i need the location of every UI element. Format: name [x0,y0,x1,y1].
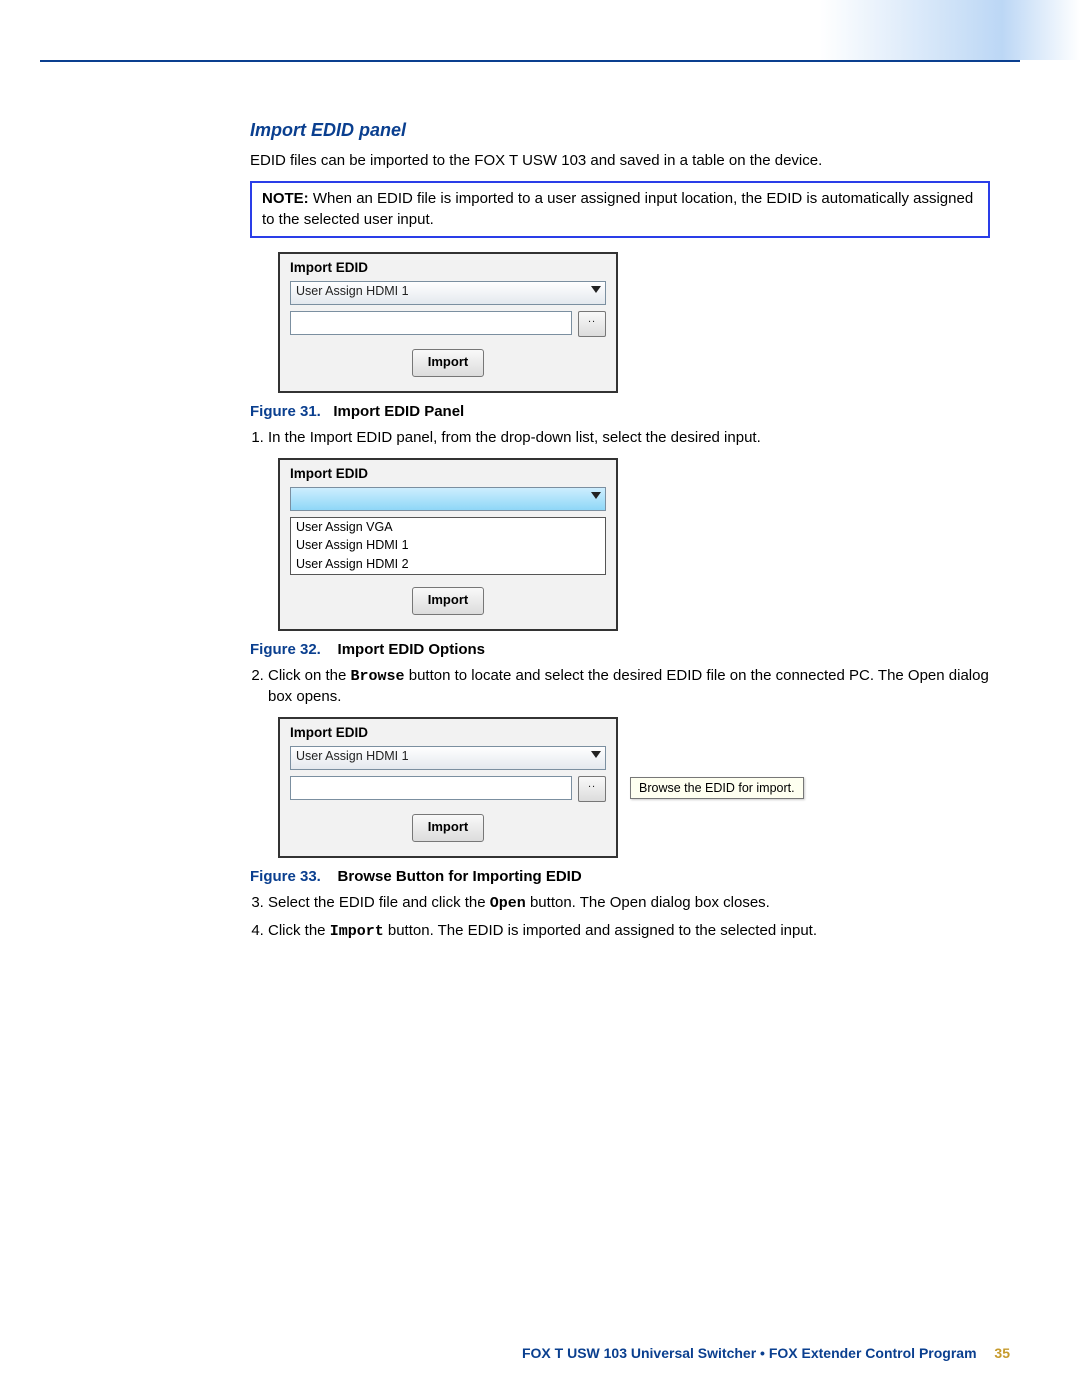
dropdown-selected-value: User Assign HDMI 1 [296,749,409,763]
figure-label: Figure 31. [250,403,321,420]
browse-button[interactable]: .. [578,311,606,337]
page-number: 35 [994,1345,1010,1361]
dropdown-option[interactable]: User Assign VGA [291,518,605,537]
note-text: When an EDID file is imported to a user … [262,190,973,227]
chevron-down-icon [591,286,601,293]
intro-paragraph: EDID files can be imported to the FOX T … [250,151,990,171]
import-button[interactable]: Import [412,814,484,842]
input-select-dropdown[interactable]: User Assign HDMI 1 [290,746,606,770]
input-select-dropdown[interactable]: User Assign HDMI 1 [290,281,606,305]
import-edid-panel-fig31: Import EDID User Assign HDMI 1 .. Import [278,252,618,393]
import-edid-panel-fig33: Import EDID User Assign HDMI 1 .. Import… [278,717,618,858]
figure-31-caption: Figure 31. Import EDID Panel [250,403,990,420]
header-rule [40,60,1020,62]
header-gradient [820,0,1080,60]
dropdown-option[interactable]: User Assign HDMI 1 [291,537,605,556]
edid-path-input[interactable] [290,776,572,800]
dropdown-options-list: User Assign VGA User Assign HDMI 1 User … [290,517,606,575]
step-3: Select the EDID file and click the Open … [268,893,990,914]
figure-33-caption: Figure 33. Browse Button for Importing E… [250,868,990,885]
main-content: Import EDID panel EDID files can be impo… [250,120,990,942]
panel-title: Import EDID [290,466,606,481]
step-1: In the Import EDID panel, from the drop-… [268,428,990,448]
chevron-down-icon [591,751,601,758]
figure-title: Browse Button for Importing EDID [338,868,582,885]
note-box: NOTE: When an EDID file is imported to a… [250,181,990,238]
panel-title: Import EDID [290,260,606,275]
chevron-down-icon [591,492,601,499]
step-2: Click on the Browse button to locate and… [268,666,990,708]
browse-tooltip: Browse the EDID for import. [630,777,804,799]
import-button[interactable]: Import [412,349,484,377]
note-label: NOTE: [262,190,309,207]
figure-label: Figure 32. [250,641,321,658]
figure-title: Import EDID Options [338,641,486,658]
edid-path-input[interactable] [290,311,572,335]
figure-label: Figure 33. [250,868,321,885]
page-footer: FOX T USW 103 Universal Switcher • FOX E… [522,1345,1010,1361]
input-select-dropdown-open[interactable] [290,487,606,511]
footer-text: FOX T USW 103 Universal Switcher • FOX E… [522,1345,977,1361]
figure-32-caption: Figure 32. Import EDID Options [250,641,990,658]
figure-title: Import EDID Panel [333,403,464,420]
browse-button[interactable]: .. [578,776,606,802]
import-button[interactable]: Import [412,587,484,615]
dropdown-selected-value: User Assign HDMI 1 [296,284,409,298]
dropdown-option[interactable]: User Assign HDMI 2 [291,555,605,574]
step-4: Click the Import button. The EDID is imp… [268,921,990,942]
import-edid-panel-fig32: Import EDID User Assign VGA User Assign … [278,458,618,631]
panel-title: Import EDID [290,725,606,740]
section-title: Import EDID panel [250,120,990,141]
